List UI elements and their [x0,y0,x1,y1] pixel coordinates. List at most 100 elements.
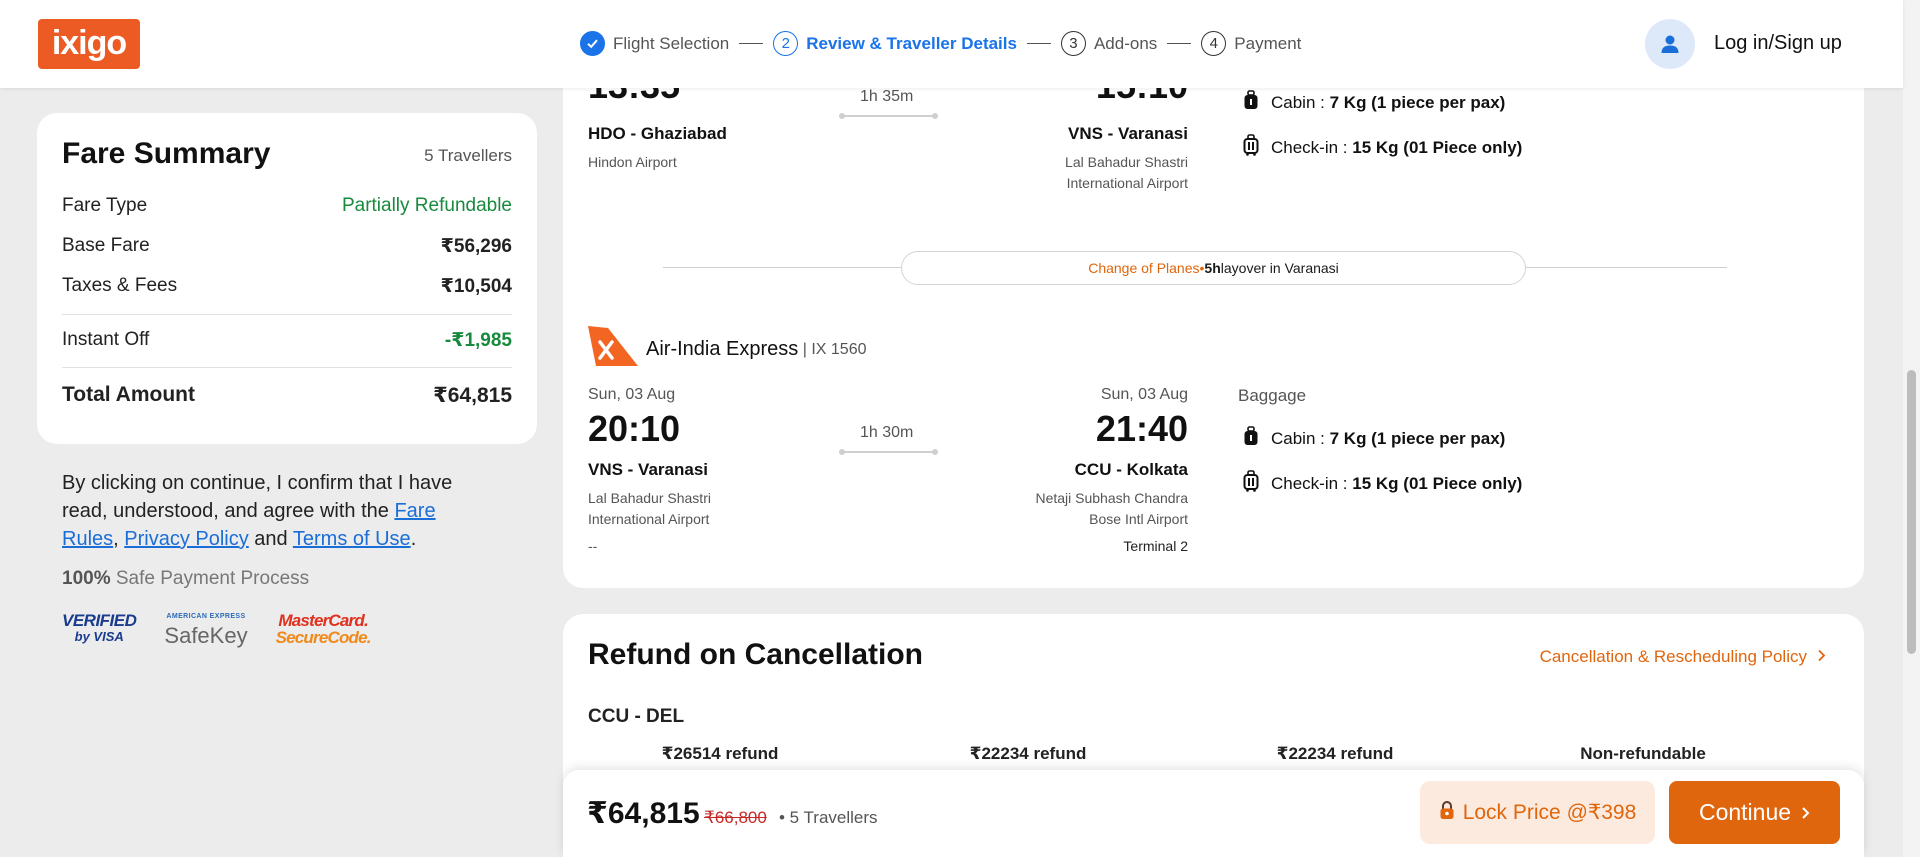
segment2-arrival-time: 21:40 [1095,408,1188,449]
step-number: 4 [1201,31,1227,56]
flight-number: | IX 1560 [802,340,867,358]
step-divider [1026,42,1051,45]
divider [62,314,512,315]
flight-details-card: 13:35 HDO - Ghaziabad Hindon Airport 1h … [563,60,1864,588]
lock-icon [1439,800,1455,826]
step-label: Flight Selection [613,33,730,53]
lock-price-label: Lock Price @₹398 [1462,801,1637,824]
segment1-arrival-airport: Lal Bahadur Shastri International Airpor… [1065,152,1188,194]
segment2-departure-date: Sun, 03 Aug [588,386,676,403]
fare-type-label: Fare Type [62,195,148,216]
base-fare-label: Base Fare [62,235,150,256]
chevron-right-icon [1817,647,1826,667]
privacy-policy-link[interactable]: Privacy Policy [124,528,248,550]
base-fare-value: ₹56,296 [440,236,512,257]
continue-button[interactable]: Continue [1669,781,1840,844]
policy-link-label: Cancellation & Rescheduling Policy [1539,647,1807,666]
segment2-arrival-airport: Netaji Subhash Chandra Bose Intl Airport [1035,488,1188,530]
layover-text: layover in Varanasi [1220,260,1339,276]
continue-label: Continue [1698,799,1792,825]
instant-off-row: Instant Off -₹1,985 [62,329,512,352]
scrollbar-thumb[interactable] [1907,370,1916,654]
segment2-cabin-baggage: Cabin : 7 Kg (1 piece per pax) [1243,426,1505,451]
airport-name-line: Lal Bahadur Shastri [588,490,711,506]
checkin-value: 15 Kg (01 Piece only) [1352,473,1523,493]
payment-security-badges: VERIFIED by VISA AMERICAN EXPRESS SafeKe… [62,610,372,648]
refund-route: CCU - DEL [588,706,685,727]
verified-by-visa-logo: VERIFIED by VISA [62,612,137,645]
air-india-express-logo-icon [588,326,638,373]
divider [62,367,512,368]
safe-payment-text: 100% Safe Payment Process [62,568,309,590]
step-label: Add-ons [1093,33,1158,53]
step-divider [739,42,764,45]
total-amount-row: Total Amount ₹64,815 [62,383,512,408]
chevron-right-icon [1801,799,1810,826]
page-scrollbar[interactable] [1903,0,1920,857]
cancellation-policy-link[interactable]: Cancellation & Rescheduling Policy [1540,647,1826,667]
total-amount-label: Total Amount [62,383,195,406]
step-payment[interactable]: 4 Payment [1201,31,1301,56]
user-avatar-icon[interactable] [1645,19,1695,69]
checkin-bag-icon [1243,134,1259,161]
fare-travellers-count: 5 Travellers [424,146,512,165]
baggage-title: Baggage [1238,386,1307,405]
segment1-arrival-code: VNS - Varanasi [1067,124,1188,143]
segment2-departure-airport: Lal Bahadur Shastri International Airpor… [588,488,711,530]
bottom-price-bar: ₹64,815 ₹66,800 • 5 Travellers Lock Pric… [563,770,1864,857]
terms-consent-text: By clicking on continue, I confirm that … [62,469,462,553]
segment2-duration: 1h 30m [860,424,914,441]
segment1-departure-code: HDO - Ghaziabad [588,124,727,143]
checkin-label: Check-in : [1271,473,1348,493]
layover-hours: 5h [1204,260,1221,276]
bottom-travellers-count: • 5 Travellers [779,808,878,827]
lock-price-button[interactable]: Lock Price @₹398 [1420,781,1655,844]
refund-value: ₹26514 refund [661,744,779,763]
check-icon [580,31,605,56]
visa-logo-bottom: by VISA [74,629,124,644]
step-add-ons[interactable]: 3 Add-ons [1060,31,1158,56]
final-price: ₹64,815 [587,797,700,830]
segment2-airline: Air-India Express | IX 1560 [588,326,867,373]
segment1-cabin-baggage: Cabin : 7 Kg (1 piece per pax) [1243,90,1505,115]
total-amount-value: ₹64,815 [433,384,512,407]
booking-stepper: Flight Selection 2 Review & Traveller De… [580,31,1301,56]
safe-text: Safe Payment Process [110,568,310,589]
terms-and: and [248,528,293,550]
airport-name-line: Netaji Subhash Chandra [1035,490,1188,506]
login-signup-link[interactable]: Log in/Sign up [1714,32,1842,55]
segment1-checkin-baggage: Check-in : 15 Kg (01 Piece only) [1243,134,1522,161]
fare-type-value: Partially Refundable [341,195,512,216]
segment2-arrival-terminal: Terminal 2 [1123,538,1188,554]
segment2-departure-terminal: -- [588,538,598,554]
cabin-value: 7 Kg (1 piece per pax) [1329,428,1506,448]
step-flight-selection[interactable]: Flight Selection [580,31,729,56]
step-label: Review & Traveller Details [806,33,1017,53]
amex-logo-top: AMERICAN EXPRESS [166,613,246,620]
airport-name-line: International Airport [588,511,710,527]
refund-value: Non-refundable [1580,744,1706,763]
safe-percentage: 100% [62,568,111,589]
terms-period: . [410,528,417,550]
airport-name-line: International Airport [1066,175,1188,191]
fare-type-row: Fare Type Partially Refundable [62,195,512,217]
step-divider [1167,42,1192,45]
terms-of-use-link[interactable]: Terms of Use [293,528,411,550]
refund-value: ₹22234 refund [969,744,1087,763]
cabin-bag-icon [1243,426,1259,451]
fare-summary-card: Fare Summary 5 Travellers Fare Type Part… [37,113,537,444]
step-review-traveller-details[interactable]: 2 Review & Traveller Details [773,31,1017,56]
segment2-arrival-code: CCU - Kolkata [1074,460,1188,479]
cabin-bag-icon [1243,90,1259,115]
airport-name-line: Lal Bahadur Shastri [1065,154,1188,170]
taxes-fees-label: Taxes & Fees [62,275,178,296]
instant-off-value: -₹1,985 [444,330,512,351]
original-price: ₹66,800 [704,808,767,827]
checkin-bag-icon [1243,470,1259,497]
ixigo-logo[interactable]: ixigo [38,19,140,69]
fare-summary-title: Fare Summary [62,137,271,170]
mastercard-logo-bottom: SecureCode. [275,628,372,647]
segment2-departure-time: 20:10 [588,408,681,449]
layover-line-right [1526,267,1727,268]
cabin-label: Cabin : [1271,92,1325,112]
